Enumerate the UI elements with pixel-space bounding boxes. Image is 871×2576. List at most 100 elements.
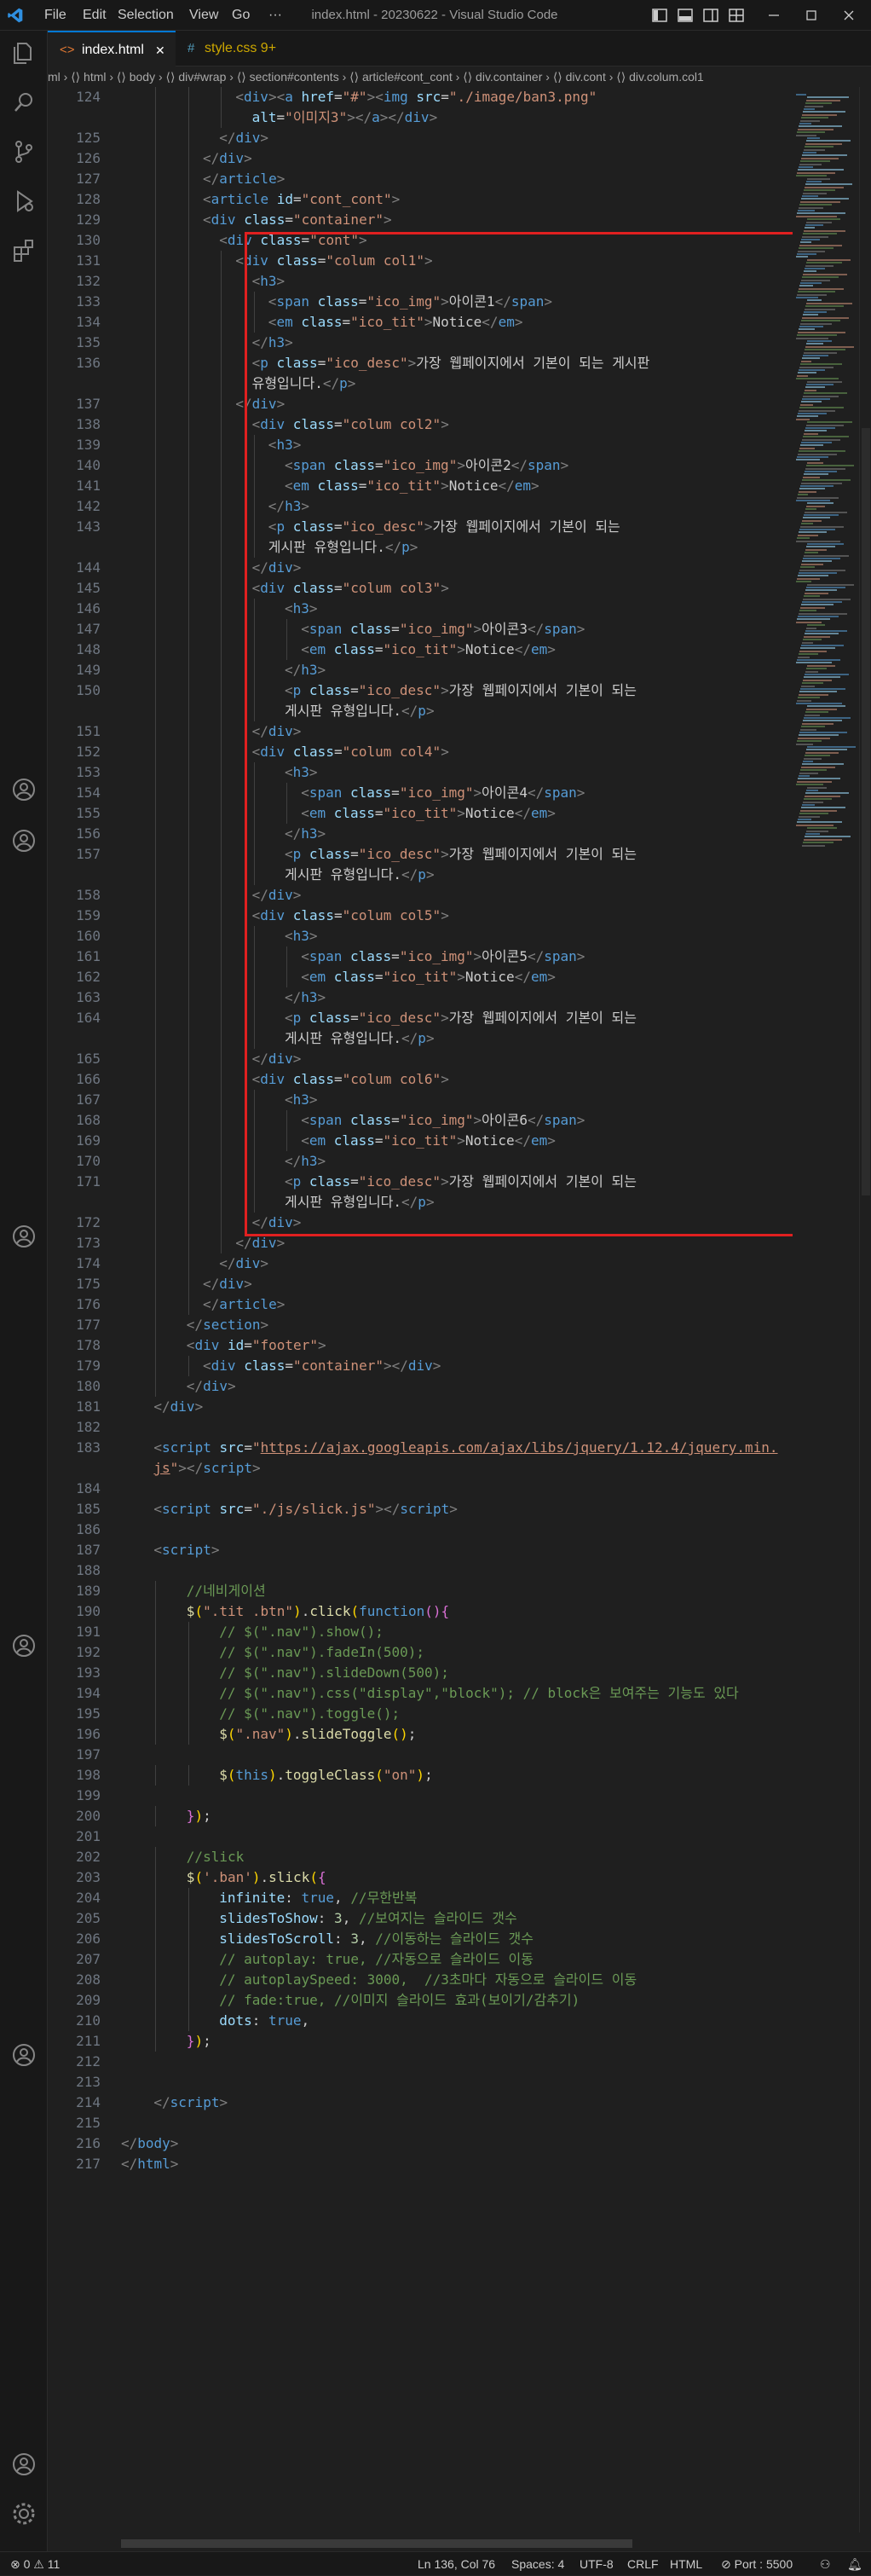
code-line[interactable]: slidesToShow: 3, //보여지는 슬라이드 갯수 (219, 1908, 517, 1929)
account-icon[interactable] (10, 2451, 37, 2478)
code-line[interactable]: //slick (187, 1847, 244, 1867)
code-line[interactable]: //네비게이션 (187, 1581, 266, 1601)
close-icon[interactable]: ✕ (155, 32, 165, 68)
minimap-line (802, 316, 849, 319)
indentation[interactable]: Spaces: 4 (511, 2552, 564, 2576)
code-line[interactable]: <div class="container"> (203, 210, 392, 230)
code-line[interactable]: <div><a href="#"><img src="./image/ban3.… (235, 87, 597, 107)
indent-guide (221, 987, 222, 1008)
accounts-icon[interactable]: ⚇ (820, 2552, 831, 2576)
code-line[interactable]: // fade:true, //이미지 슬라이드 효과(보이기/감추기) (219, 1990, 580, 2011)
indent-guide (155, 906, 157, 926)
code-line[interactable]: // autoplay: true, //자동으로 슬라이드 이동 (219, 1949, 534, 1970)
code-line[interactable]: $(".tit .btn").click(function(){ (187, 1601, 449, 1622)
line-number: 163 (76, 989, 101, 1005)
search-icon[interactable] (10, 89, 37, 116)
code-line[interactable]: alt="이미지3"></a></div> (252, 107, 438, 128)
code-line[interactable]: </section> (187, 1315, 268, 1335)
line-number: 127 (76, 171, 101, 187)
code-line[interactable]: infinite: true, //무한반복 (219, 1888, 417, 1908)
maximize-icon[interactable] (803, 7, 820, 24)
code-line[interactable]: </div> (203, 148, 252, 169)
code-line[interactable]: <div class="container"></div> (203, 1356, 441, 1376)
language-mode[interactable]: HTML (670, 2552, 702, 2576)
menu-go[interactable]: Go (232, 0, 250, 31)
tab-index-html[interactable]: <> index.html ✕ (48, 31, 176, 67)
indent-guide (221, 333, 222, 353)
live-server-port[interactable]: ⊘ Port : 5500 (721, 2552, 793, 2576)
minimap-line (796, 581, 811, 583)
minimap-line (799, 125, 842, 128)
code-line[interactable]: $('.ban').slick({ (187, 1867, 326, 1888)
files-icon[interactable] (10, 39, 37, 67)
code-line[interactable]: // $(".nav").slideDown(500); (219, 1663, 449, 1683)
vertical-scrollbar[interactable] (859, 87, 871, 2533)
code-line[interactable]: </div> (187, 1376, 236, 1397)
toggle-secondary-sidebar-icon[interactable] (702, 7, 719, 24)
code-line[interactable]: </div> (219, 1253, 268, 1274)
code-line[interactable]: // $(".nav").toggle(); (219, 1704, 400, 1724)
account-icon[interactable] (10, 827, 37, 854)
problems-count[interactable]: ⊗ 0 ⚠ 11 (10, 2552, 60, 2576)
minimap-line (797, 171, 835, 174)
settings-icon[interactable] (10, 2500, 37, 2527)
code-line[interactable]: // autoplaySpeed: 3000, //3초마다 자동으로 슬라이드… (219, 1970, 637, 1990)
menu-file[interactable]: File (44, 0, 66, 31)
cursor-position[interactable]: Ln 136, Col 76 (418, 2552, 495, 2576)
code-line[interactable]: </body> (121, 2133, 178, 2154)
code-line[interactable]: js"></script> (153, 1458, 260, 1479)
indent-guide (155, 1356, 157, 1376)
code-line[interactable]: }); (187, 1806, 211, 1826)
account-icon[interactable] (10, 1223, 37, 1250)
menu-more[interactable]: ··· (268, 0, 282, 31)
code-line[interactable]: // $(".nav").show(); (219, 1622, 384, 1642)
account-icon[interactable] (10, 776, 37, 803)
code-line[interactable]: $(".nav").slideToggle(); (219, 1724, 416, 1745)
code-line[interactable]: }); (187, 2031, 211, 2052)
line-number: 196 (76, 1726, 101, 1742)
code-line[interactable]: <script> (153, 1540, 219, 1560)
toggle-panel-icon[interactable] (677, 7, 694, 24)
minimize-icon[interactable] (765, 7, 782, 24)
code-line[interactable]: </div> (219, 128, 268, 148)
line-endings[interactable]: CRLF (627, 2552, 659, 2576)
code-line[interactable]: slidesToScroll: 3, //이동하는 슬라이드 갯수 (219, 1929, 534, 1949)
close-icon[interactable] (840, 7, 857, 24)
customize-layout-icon[interactable] (728, 7, 745, 24)
minimap-line (799, 488, 825, 490)
indent-guide (187, 373, 189, 394)
code-line[interactable]: dots: true, (219, 2011, 309, 2031)
code-line[interactable]: </html> (121, 2154, 178, 2174)
run-debug-icon[interactable] (10, 188, 37, 215)
code-line[interactable]: <div id="footer"> (187, 1335, 326, 1356)
code-line[interactable]: <article id="cont_cont"> (203, 189, 400, 210)
encoding[interactable]: UTF-8 (580, 2552, 614, 2576)
code-line[interactable]: <script src="https://ajax.googleapis.com… (153, 1438, 777, 1458)
minimap-line (802, 235, 828, 238)
notifications-icon[interactable]: 🔔︎ (847, 2552, 862, 2576)
code-line[interactable]: $(this).toggleClass("on"); (219, 1765, 433, 1786)
toggle-primary-sidebar-icon[interactable] (651, 7, 668, 24)
code-line[interactable]: // $(".nav").fadeIn(500); (219, 1642, 424, 1663)
menu-view[interactable]: View (189, 0, 218, 31)
menu-selection[interactable]: Selection (118, 0, 174, 31)
code-line[interactable]: // $(".nav").css("display","block"); // … (219, 1683, 739, 1704)
account-icon[interactable] (10, 2041, 37, 2069)
scrollbar-thumb[interactable] (862, 428, 870, 1195)
code-line[interactable]: </div> (203, 1274, 252, 1294)
extensions-icon[interactable] (10, 237, 37, 264)
indent-guide (155, 1233, 157, 1253)
account-icon[interactable] (10, 1632, 37, 1659)
tab-style-css[interactable]: # style.css 9+ (176, 31, 329, 67)
menu-edit[interactable]: Edit (83, 0, 107, 31)
minimap[interactable] (793, 87, 859, 2533)
code-line[interactable]: <script src="./js/slick.js"></script> (153, 1499, 457, 1520)
code-line[interactable]: </script> (153, 2093, 228, 2113)
horizontal-scrollbar[interactable] (121, 2539, 632, 2548)
code-line[interactable]: </article> (203, 169, 285, 189)
code-line[interactable]: </div> (153, 1397, 203, 1417)
source-control-icon[interactable] (10, 138, 37, 165)
code-line[interactable]: </article> (203, 1294, 285, 1315)
indent-guide (187, 414, 189, 435)
breadcrumb[interactable]: ml › ⟨⟩ html › ⟨⟩ body › ⟨⟩ div#wrap › ⟨… (48, 67, 871, 87)
